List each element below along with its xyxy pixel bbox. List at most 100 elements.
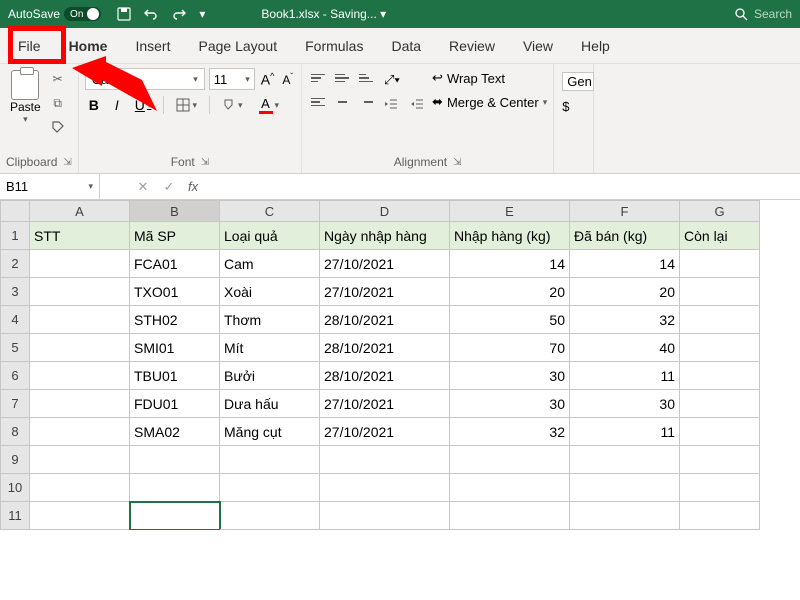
cell[interactable]: 20 (570, 278, 680, 306)
cell[interactable]: 28/10/2021 (320, 334, 450, 362)
cell[interactable] (680, 418, 760, 446)
cell[interactable] (320, 502, 450, 530)
row-header[interactable]: 5 (0, 334, 30, 362)
fx-icon[interactable]: fx (182, 179, 204, 194)
cell[interactable]: 20 (450, 278, 570, 306)
cell[interactable]: FCA01 (130, 250, 220, 278)
align-middle-icon[interactable] (332, 68, 352, 88)
column-header[interactable]: D (320, 200, 450, 222)
cancel-icon[interactable]: ✕ (130, 179, 156, 195)
fill-color-button[interactable]: ▾ (218, 97, 247, 113)
cell[interactable] (30, 390, 130, 418)
cell[interactable] (570, 502, 680, 530)
column-header[interactable]: G (680, 200, 760, 222)
cell[interactable] (680, 362, 760, 390)
column-header[interactable]: F (570, 200, 680, 222)
cell[interactable]: 32 (450, 418, 570, 446)
currency-button[interactable]: $ (562, 99, 587, 114)
cell[interactable] (30, 446, 130, 474)
font-launcher-icon[interactable]: ⇲ (201, 157, 209, 168)
align-left-icon[interactable] (308, 92, 328, 112)
cell[interactable]: 14 (570, 250, 680, 278)
row-header[interactable]: 4 (0, 306, 30, 334)
align-top-icon[interactable] (308, 68, 328, 88)
cell[interactable]: Ngày nhập hàng (320, 222, 450, 250)
cell[interactable]: 27/10/2021 (320, 390, 450, 418)
cell[interactable] (30, 362, 130, 390)
row-header[interactable]: 6 (0, 362, 30, 390)
cell[interactable]: STT (30, 222, 130, 250)
cell[interactable]: STH02 (130, 306, 220, 334)
document-title[interactable]: Book1.xlsx - Saving... ▾ (261, 7, 386, 21)
tab-formulas[interactable]: Formulas (291, 28, 377, 63)
tab-view[interactable]: View (509, 28, 567, 63)
cell[interactable] (130, 502, 220, 530)
copy-icon[interactable]: ⧉ (49, 94, 67, 112)
cell[interactable]: Đã bán (kg) (570, 222, 680, 250)
cell[interactable] (320, 446, 450, 474)
cell[interactable] (680, 278, 760, 306)
cell[interactable] (30, 334, 130, 362)
undo-icon[interactable] (143, 7, 159, 21)
column-header[interactable]: E (450, 200, 570, 222)
cell[interactable]: 30 (450, 390, 570, 418)
cell[interactable]: TBU01 (130, 362, 220, 390)
save-icon[interactable] (117, 7, 131, 21)
cell[interactable] (220, 502, 320, 530)
cell[interactable] (220, 474, 320, 502)
select-all-corner[interactable] (0, 200, 30, 222)
cell[interactable]: Mã SP (130, 222, 220, 250)
cell[interactable]: Mít (220, 334, 320, 362)
cell[interactable]: 27/10/2021 (320, 278, 450, 306)
alignment-launcher-icon[interactable]: ⇲ (453, 157, 461, 168)
cell[interactable]: Xoài (220, 278, 320, 306)
cell[interactable]: 28/10/2021 (320, 362, 450, 390)
row-header[interactable]: 10 (0, 474, 30, 502)
clipboard-launcher-icon[interactable]: ⇲ (63, 157, 71, 168)
number-format-select[interactable]: Gen (562, 72, 594, 91)
cell[interactable]: 30 (450, 362, 570, 390)
underline-button[interactable]: U ▾ (131, 95, 156, 115)
cut-icon[interactable]: ✂ (49, 70, 67, 88)
cell[interactable] (30, 418, 130, 446)
align-bottom-icon[interactable] (356, 68, 376, 88)
cell[interactable]: 50 (450, 306, 570, 334)
tab-insert[interactable]: Insert (121, 28, 184, 63)
cell[interactable] (30, 474, 130, 502)
search-input[interactable]: Search (754, 7, 792, 21)
orientation-icon[interactable]: ⤢▾ (380, 70, 428, 90)
font-name-select[interactable]: Calibri▾ (85, 68, 205, 90)
italic-button[interactable]: I (111, 95, 123, 115)
cell[interactable] (680, 390, 760, 418)
column-header[interactable]: A (30, 200, 130, 222)
cell[interactable] (30, 278, 130, 306)
align-center-icon[interactable] (332, 92, 352, 112)
tab-file[interactable]: File (4, 28, 55, 63)
cell[interactable]: Măng cụt (220, 418, 320, 446)
row-header[interactable]: 11 (0, 502, 30, 530)
cell[interactable]: 40 (570, 334, 680, 362)
cell[interactable]: 11 (570, 362, 680, 390)
cell[interactable] (450, 474, 570, 502)
cell[interactable]: 27/10/2021 (320, 250, 450, 278)
row-header[interactable]: 2 (0, 250, 30, 278)
cell[interactable] (320, 474, 450, 502)
cell[interactable]: 70 (450, 334, 570, 362)
align-right-icon[interactable] (356, 92, 376, 112)
cell[interactable] (680, 334, 760, 362)
cell[interactable] (30, 502, 130, 530)
cell[interactable] (130, 474, 220, 502)
cell[interactable]: Còn lại (680, 222, 760, 250)
cell[interactable]: Thơm (220, 306, 320, 334)
cell[interactable] (680, 502, 760, 530)
cell[interactable]: Nhập hàng (kg) (450, 222, 570, 250)
cell[interactable] (30, 250, 130, 278)
cell[interactable] (680, 446, 760, 474)
qat-dropdown-icon[interactable]: ▾ (199, 7, 205, 21)
bold-button[interactable]: B (85, 95, 103, 115)
cell[interactable]: TXO01 (130, 278, 220, 306)
name-box[interactable]: B11▾ (0, 174, 100, 199)
cell[interactable] (570, 474, 680, 502)
cell[interactable] (30, 306, 130, 334)
cell[interactable] (450, 446, 570, 474)
